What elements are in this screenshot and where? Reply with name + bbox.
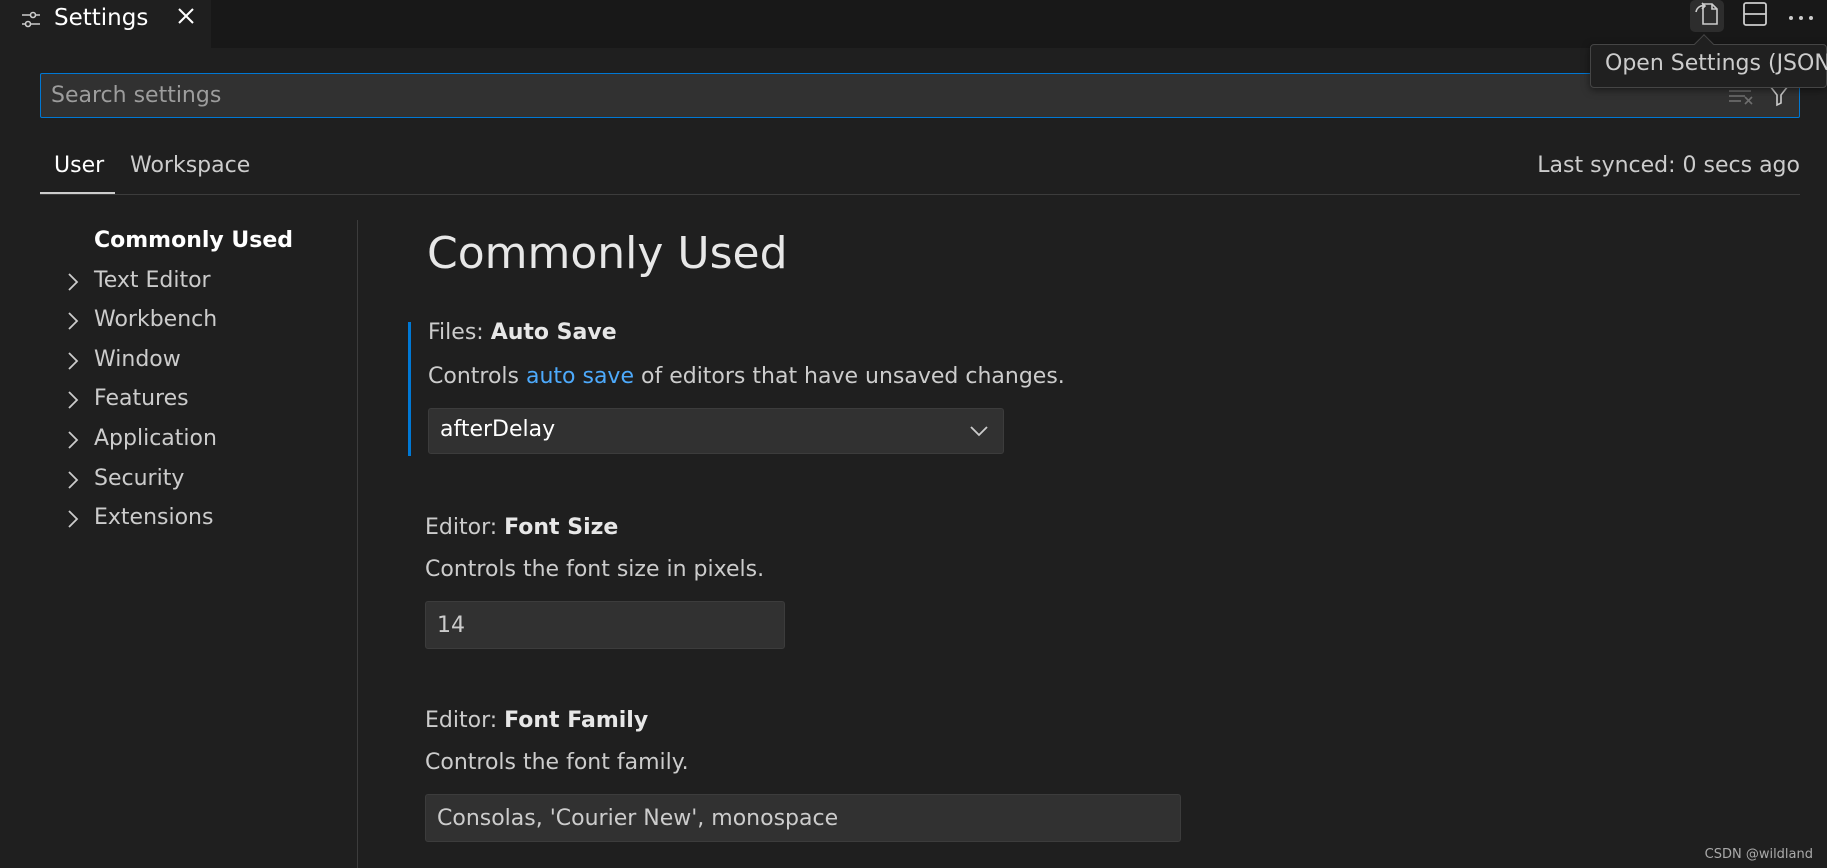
font-family-input[interactable]	[425, 794, 1181, 842]
section-title: Commonly Used	[427, 228, 788, 279]
last-synced-status: Last synced: 0 secs ago	[1537, 153, 1800, 178]
chevron-right-icon	[64, 469, 82, 491]
setting-name: Font Family	[504, 708, 649, 733]
open-settings-json-button[interactable]	[1690, 0, 1724, 32]
split-editor-button[interactable]	[1738, 0, 1772, 32]
open-settings-json-tooltip: Open Settings (JSON)	[1590, 44, 1827, 88]
editor-tab-bar: Settings	[0, 0, 1827, 48]
close-icon[interactable]	[174, 4, 198, 28]
toc-item-application[interactable]: Application	[40, 424, 358, 458]
toc-item-label: Security	[94, 466, 185, 491]
toc-item-security[interactable]: Security	[40, 464, 358, 498]
chevron-right-icon	[64, 271, 82, 293]
toc-item-commonly-used[interactable]: Commonly Used	[40, 226, 358, 260]
chevron-down-icon	[969, 421, 989, 441]
setting-editor-font-family: Editor: Font Family Controls the font fa…	[408, 708, 1608, 848]
toc-item-label: Commonly Used	[94, 228, 294, 253]
active-tab-underline	[40, 192, 115, 194]
toc-item-label: Application	[94, 426, 217, 451]
toc-item-label: Text Editor	[94, 268, 211, 293]
settings-sliders-icon	[20, 9, 42, 31]
description-text: of editors that have unsaved changes.	[634, 364, 1065, 389]
toc-item-workbench[interactable]: Workbench	[40, 305, 358, 339]
chevron-right-icon	[64, 310, 82, 332]
chevron-right-icon	[64, 350, 82, 372]
settings-toc: Commonly Used Text Editor Workbench Wind…	[40, 220, 358, 868]
toc-item-extensions[interactable]: Extensions	[40, 503, 358, 537]
toc-item-features[interactable]: Features	[40, 384, 358, 418]
setting-name: Auto Save	[490, 320, 617, 345]
setting-description: Controls the font size in pixels.	[425, 557, 765, 582]
setting-title: Files: Auto Save	[428, 320, 617, 345]
font-size-input[interactable]	[425, 601, 785, 649]
setting-title: Editor: Font Size	[425, 515, 618, 540]
toc-item-text-editor[interactable]: Text Editor	[40, 266, 358, 300]
setting-category: Files:	[428, 320, 491, 345]
chevron-right-icon	[64, 508, 82, 530]
setting-description: Controls the font family.	[425, 750, 689, 775]
toc-item-window[interactable]: Window	[40, 345, 358, 379]
chevron-right-icon	[64, 429, 82, 451]
settings-tab-label: Settings	[54, 5, 149, 31]
toc-item-label: Window	[94, 347, 181, 372]
setting-category: Editor:	[425, 515, 505, 540]
more-actions-button[interactable]	[1784, 0, 1818, 32]
watermark: CSDN @wildland	[1704, 847, 1813, 862]
setting-editor-font-size: Editor: Font Size Controls the font size…	[408, 515, 1608, 655]
toc-item-label: Workbench	[94, 307, 218, 332]
settings-scope-bar: User Workspace Last synced: 0 secs ago	[40, 145, 1800, 195]
tab-user[interactable]: User	[54, 153, 104, 178]
tab-workspace[interactable]: Workspace	[130, 153, 250, 178]
toc-item-label: Features	[94, 386, 189, 411]
setting-files-auto-save[interactable]: Files: Auto Save Controls auto save of e…	[408, 320, 1608, 456]
split-editor-icon	[1742, 1, 1768, 31]
auto-save-dropdown[interactable]: afterDelay	[428, 408, 1004, 454]
setting-category: Editor:	[425, 708, 505, 733]
chevron-right-icon	[64, 389, 82, 411]
description-text: Controls	[428, 364, 526, 389]
setting-title: Editor: Font Family	[425, 708, 648, 733]
setting-description: Controls auto save of editors that have …	[428, 364, 1065, 389]
dropdown-value: afterDelay	[440, 417, 556, 442]
toc-item-label: Extensions	[94, 505, 214, 530]
open-settings-json-icon	[1693, 0, 1721, 32]
settings-search-box[interactable]	[40, 73, 1800, 118]
more-actions-icon	[1788, 7, 1814, 26]
setting-name: Font Size	[504, 515, 619, 540]
settings-tab[interactable]: Settings	[0, 0, 211, 48]
search-input[interactable]	[51, 74, 1711, 117]
auto-save-link[interactable]: auto save	[526, 364, 634, 389]
